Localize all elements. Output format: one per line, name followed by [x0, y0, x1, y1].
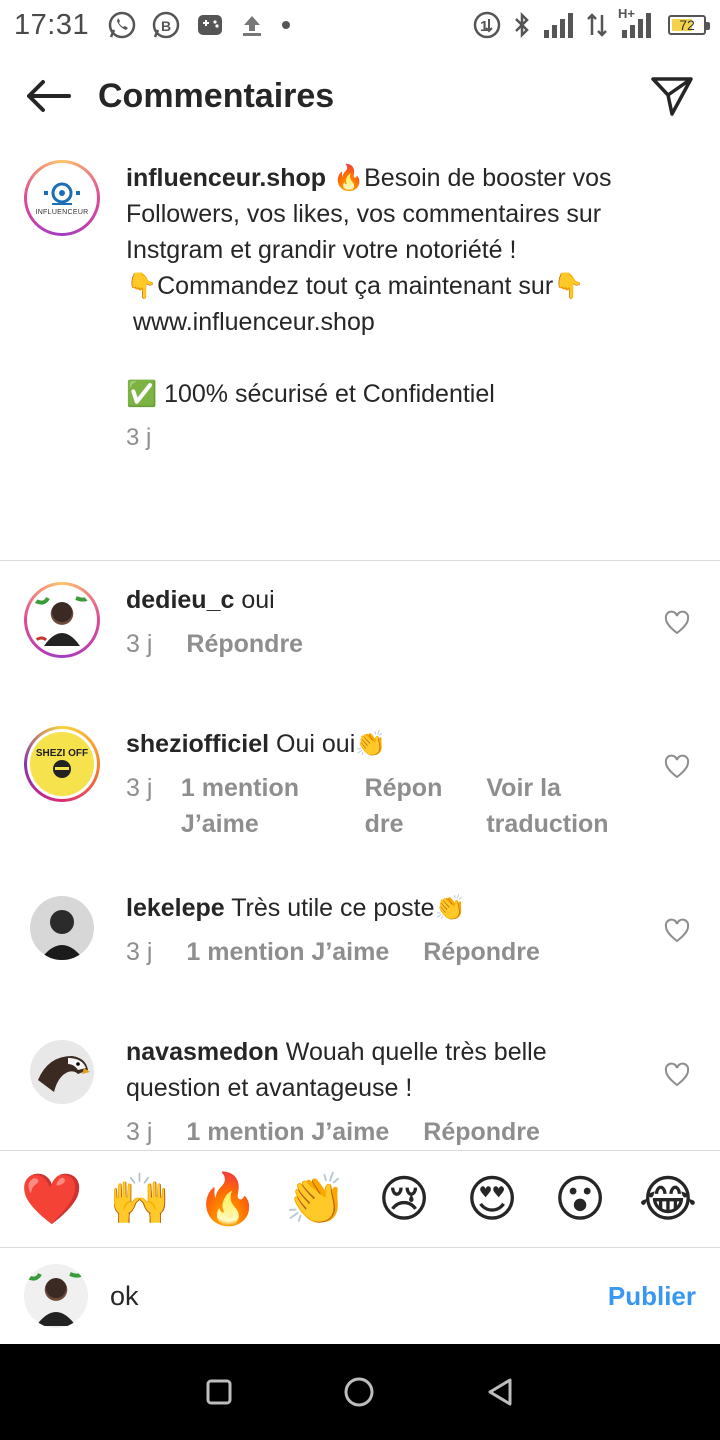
comment-age: 3 j — [126, 630, 153, 658]
data-saver-icon: 1 — [473, 11, 501, 39]
signal-icon — [544, 13, 573, 38]
translate-button[interactable]: Voir la traduction — [486, 770, 626, 842]
caption-line-3[interactable]: www.influenceur.shop — [126, 304, 626, 340]
bluetooth-icon — [515, 11, 529, 39]
square-icon[interactable] — [206, 1379, 232, 1405]
comment-row: dedieu_c oui 3 j Répondre — [0, 582, 720, 662]
comment-avatar[interactable] — [30, 1040, 94, 1104]
status-right-icons: 1 H+ 72 — [472, 6, 710, 40]
eagle-icon — [38, 1056, 90, 1092]
comment-text: Oui oui👏 — [276, 730, 387, 758]
comment-age: 3 j — [126, 774, 153, 802]
person-photo-icon — [24, 1270, 86, 1326]
comment-meta: 3 j 1 mention J’aime Répondre — [126, 934, 626, 970]
page-title: Commentaires — [98, 76, 335, 115]
data-arrows-icon — [587, 13, 607, 37]
likes-count[interactable]: 1 mention J’aime — [186, 1114, 389, 1150]
like-heart-icon[interactable] — [664, 1062, 690, 1088]
back-button[interactable] — [24, 72, 72, 120]
svg-text:1: 1 — [480, 18, 488, 35]
reply-button[interactable]: Répondre — [423, 934, 540, 970]
caption-text: influenceur.shop 🔥Besoin de booster vos … — [126, 160, 626, 268]
comment-meta: 3 j 1 mention J’aime Répondre Voir la tr… — [126, 770, 626, 842]
comment-avatar[interactable] — [24, 582, 100, 658]
comment-avatar[interactable]: SHEZI OFF — [24, 726, 100, 802]
publish-button[interactable]: Publier — [608, 1281, 696, 1312]
system-nav-bar — [0, 1344, 720, 1440]
caption-age: 3 j — [126, 424, 152, 451]
comment-row: SHEZI OFF sheziofficiel Oui oui👏 3 j 1 m… — [0, 726, 720, 842]
emoji-clap[interactable]: 👏 — [285, 1169, 347, 1229]
comment-avatar[interactable] — [30, 896, 94, 960]
emoji-laughing[interactable]: 😂 — [638, 1169, 698, 1229]
comment-username[interactable]: sheziofficiel — [126, 730, 269, 758]
emoji-surprised[interactable]: 😮 — [550, 1169, 610, 1229]
gamepad-icon — [198, 15, 223, 35]
emoji-heart-eyes[interactable]: 😍 — [462, 1169, 522, 1229]
upload-icon — [243, 16, 262, 36]
caption-line-2: 👇Commandez tout ça maintenant sur👇 — [126, 272, 585, 300]
comment-body: sheziofficiel Oui oui👏 3 j 1 mention J’a… — [126, 726, 626, 842]
hplus-signal-icon: H+ — [618, 6, 658, 40]
status-left-icons: B — [107, 10, 293, 40]
avatar-label: SHEZI OFF — [35, 747, 89, 759]
circle-icon[interactable] — [343, 1376, 375, 1408]
arrow-left-icon — [27, 80, 71, 112]
comment-input-bar: Publier — [0, 1250, 720, 1342]
whatsapp-icon — [108, 11, 136, 39]
comment-text: Très utile ce poste👏 — [231, 894, 466, 922]
caption-username[interactable]: influenceur.shop — [126, 164, 326, 192]
like-heart-icon[interactable] — [664, 918, 690, 944]
top-header: Commentaires — [0, 50, 720, 142]
emoji-crying[interactable]: 😢 — [374, 1169, 434, 1229]
person-photo-icon — [32, 594, 92, 646]
status-bar: 17:31 B 1 H+ 72 — [0, 0, 720, 50]
emoji-raised-hands[interactable]: 🙌 — [109, 1169, 171, 1229]
person-photo-icon — [40, 910, 84, 960]
ninja-icon — [53, 759, 71, 778]
caption-line-4: ✅ 100% sécurisé et Confidentiel — [126, 380, 495, 408]
comment-body: dedieu_c oui 3 j Répondre — [126, 582, 626, 662]
status-time: 17:31 — [14, 8, 90, 41]
comment-username[interactable]: dedieu_c — [126, 586, 234, 614]
like-heart-icon[interactable] — [664, 754, 690, 780]
whatsapp-business-icon: B — [152, 11, 180, 39]
comment-username[interactable]: lekelepe — [126, 894, 225, 922]
reply-button[interactable]: Répondre — [423, 1114, 540, 1150]
triangle-back-icon[interactable] — [486, 1377, 514, 1407]
reply-button[interactable]: Répondre — [186, 626, 303, 662]
my-avatar — [24, 1264, 88, 1328]
comment-row: lekelepe Très utile ce poste👏 3 j 1 ment… — [0, 890, 720, 970]
likes-count[interactable]: 1 mention J’aime — [186, 934, 389, 970]
svg-text:B: B — [161, 18, 171, 34]
comment-username[interactable]: navasmedon — [126, 1038, 279, 1066]
likes-count[interactable]: 1 mention J’aime — [181, 770, 321, 842]
comment-meta: 3 j 1 mention J’aime Répondre — [126, 1114, 626, 1150]
divider — [0, 560, 720, 561]
share-button[interactable] — [648, 72, 696, 120]
like-heart-icon[interactable] — [664, 610, 690, 636]
dot-icon — [282, 21, 291, 29]
comment-age: 3 j — [126, 1118, 153, 1146]
comment-input[interactable] — [110, 1280, 550, 1312]
comment-text: oui — [241, 586, 275, 614]
paper-plane-icon — [651, 77, 693, 116]
caption-avatar[interactable]: INFLUENCEUR — [24, 160, 100, 236]
comment-body: navasmedon Wouah quelle très belle quest… — [126, 1034, 626, 1150]
comment-meta: 3 j Répondre — [126, 626, 626, 662]
battery-level: 72 — [679, 17, 695, 33]
avatar-label: INFLUENCEUR — [35, 208, 89, 216]
comment-age: 3 j — [126, 938, 153, 966]
battery-icon: 72 — [668, 15, 710, 35]
influenceur-logo-icon — [44, 182, 80, 205]
comment-row: navasmedon Wouah quelle très belle quest… — [0, 1034, 720, 1150]
emoji-fire[interactable]: 🔥 — [197, 1169, 259, 1229]
emoji-bar: ❤️ 🙌 🔥 👏 😢 😍 😮 😂 — [0, 1150, 720, 1248]
comment-body: lekelepe Très utile ce poste👏 3 j 1 ment… — [126, 890, 626, 970]
emoji-heart[interactable]: ❤️ — [21, 1169, 83, 1229]
caption-body: influenceur.shop 🔥Besoin de booster vos … — [126, 160, 626, 456]
reply-button[interactable]: Répondre — [365, 770, 447, 842]
post-caption: INFLUENCEUR influenceur.shop 🔥Besoin de … — [0, 160, 720, 456]
